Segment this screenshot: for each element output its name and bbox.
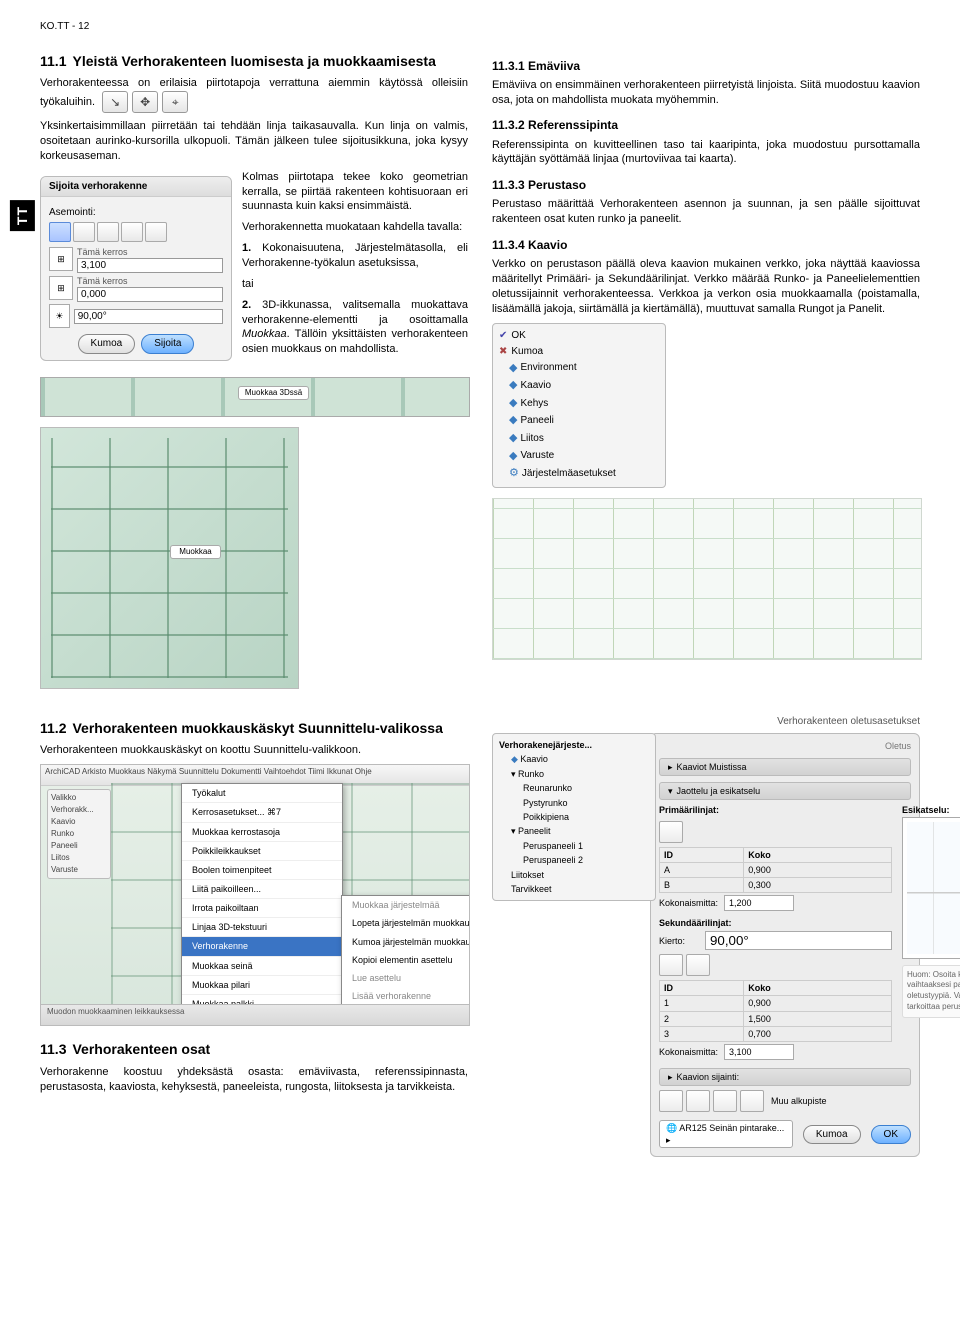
sun-icon[interactable]: ☀ [49,304,70,328]
origin-icon-4[interactable] [740,1090,764,1112]
align-icon-4[interactable] [121,222,143,242]
sec-11-2-text: Verhorakenteen muokkauskäskyt on koottu … [40,743,468,758]
placement-dialog: Sijoita verhorakenne Asemointi: ⊞ Tämä k… [40,176,232,361]
para-11-1-a: Verhorakenteessa on erilaisia piirtotapo… [40,76,468,113]
tool-icon-2[interactable]: ✥ [132,91,158,113]
hdr-kaaviot[interactable]: ▸ Kaaviot Muistissa [659,758,911,776]
bullet-icon: ◆ [509,395,517,413]
sec-11-3-3: 11.3.3 Perustaso [492,177,920,193]
sec-11-3-3-text: Perustaso määrittää Verhorakenteen asenn… [492,197,920,227]
origin-label: Muu alkupiste [771,1095,827,1107]
align-icon-5[interactable] [145,222,167,242]
gear-icon[interactable]: ⚙ [509,465,519,483]
elevation-tag[interactable]: Muokkaa 3Dssä [238,386,309,401]
total2-value: 3,100 [724,1044,794,1060]
layer-tree: ✔OK ✖Kumoa ◆Environment ◆Kaavio ◆Kehys ◆… [492,323,666,488]
settings-cancel-button[interactable]: Kumoa [803,1125,861,1145]
settings-main-title: Verhorakenteen oletusasetukset [492,715,920,729]
align-icon-3[interactable] [97,222,119,242]
hdr-sijainti[interactable]: ▸ Kaavion sijainti: [659,1068,911,1086]
sec-11-3-text: Verhorakenne koostuu yhdeksästä osasta: … [40,1065,468,1095]
bullet-icon: ◆ [509,377,517,395]
rotation-label: Kierto: [659,935,699,947]
dialog-ok-button[interactable]: Sijoita [141,334,194,354]
cross-icon[interactable]: ✖ [499,346,507,357]
schema-grid-preview [492,498,922,660]
surface-chip[interactable]: 🌐 AR125 Seinän pintarake... ▸ [659,1120,793,1148]
section-11-2-title: 11.2Verhorakenteen muokkauskäskyt Suunni… [40,719,468,738]
sec-11-3-4: 11.3.4 Kaavio [492,237,920,253]
dialog-label-asemointi: Asemointi: [49,206,223,220]
dialog-cancel-button[interactable]: Kumoa [78,334,136,354]
hint-note: Huom: Osoita kenttiin vaihtaaksesi panee… [902,965,960,1018]
secondary-lines-label: Sekundäärilinjat: [659,917,755,929]
sec-pattern-icon-1[interactable] [659,954,683,976]
sec-11-3-1: 11.3.1 Emäviiva [492,58,920,74]
settings-ok-button[interactable]: OK [871,1125,911,1145]
grid-icon-top[interactable]: ⊞ [49,247,73,271]
secondary-table[interactable]: IDKoko 10,900 21,500 30,700 [659,980,892,1042]
bottom-height-input[interactable] [77,287,223,302]
side-tab: TT [10,200,35,231]
check-icon[interactable]: ✔ [499,330,507,341]
grid-preview [902,817,960,959]
hdr-jaottelu[interactable]: ▾ Jaottelu ja esikatselu [659,782,911,800]
curtain-wall-3d-view: Muokkaa [40,427,299,689]
sec-11-3-2-text: Referenssipinta on kuvitteellinen taso t… [492,138,920,168]
para-11-1-b: Yksinkertaisimmillaan piirretään tai teh… [40,119,468,164]
rotation-input[interactable] [705,931,892,950]
left-palette: Valikko Verhorakk... Kaavio Runko Paneel… [47,789,111,879]
grid-icon-bottom[interactable]: ⊞ [49,276,73,300]
total2-label: Kokonaismitta: [659,1046,718,1058]
origin-icon-3[interactable] [713,1090,737,1112]
tool-icon-1[interactable]: ↘ [102,91,128,113]
default-label: Oletus [659,740,911,752]
prim-pattern-icon[interactable] [659,821,683,843]
sec-11-3-2: 11.3.2 Referenssipinta [492,117,920,133]
bullet-icon: ◆ [509,430,517,448]
bullet-icon: ◆ [509,412,517,430]
sec-11-3-4-text: Verkko on perustason päällä oleva kaavio… [492,257,920,316]
section-11-3-title: 11.3Verhorakenteen osat [40,1040,468,1059]
primary-table[interactable]: IDKoko A0,900 B0,300 [659,847,892,893]
settings-panel: Oletus ▸ Kaaviot Muistissa ▾ Jaottelu ja… [650,733,920,1157]
sec-11-3-1-text: Emäviiva on ensimmäinen verhorakenteen p… [492,78,920,108]
total1-value: 1,200 [724,895,794,911]
bottom-strip: Muodon muokkaaminen leikkauksessa [41,1004,469,1025]
dialog-title: Sijoita verhorakenne [41,177,231,198]
floor-label-1: Tämä kerros [77,246,223,258]
floor-label-2: Tämä kerros [77,275,223,287]
panel-tag-muokkaa[interactable]: Muokkaa [170,545,220,560]
primary-lines-label: Primäärilinjat: [659,804,755,816]
total1-label: Kokonaismitta: [659,897,718,909]
align-icon-2[interactable] [73,222,95,242]
origin-icon-2[interactable] [686,1090,710,1112]
sec-pattern-icon-2[interactable] [686,954,710,976]
tool-icon-3[interactable]: ⌖ [162,91,188,113]
elevation-strip-image: Muokkaa 3Dssä [40,377,470,417]
settings-tree[interactable]: Verhorakenejärjeste... ◆ Kaavio ▾ Runko … [492,733,656,901]
globe-icon: ◆ [509,360,517,378]
section-11-1-title: 11.1Yleistä Verhorakenteen luomisesta ja… [40,52,468,71]
angle-input[interactable] [74,309,223,324]
align-icon-1[interactable] [49,222,71,242]
bullet-icon: ◆ [509,448,517,466]
top-height-input[interactable] [77,258,223,273]
menu-screenshot: ArchiCAD Arkisto Muokkaus Näkymä Suunnit… [40,764,470,1026]
main-dropdown[interactable]: Työkalut Kerrosasetukset... ⌘7 Muokkaa k… [181,783,343,1026]
origin-icon-1[interactable] [659,1090,683,1112]
page-header: KO.TT - 12 [40,20,920,34]
preview-label: Esikatselu: [902,804,960,816]
